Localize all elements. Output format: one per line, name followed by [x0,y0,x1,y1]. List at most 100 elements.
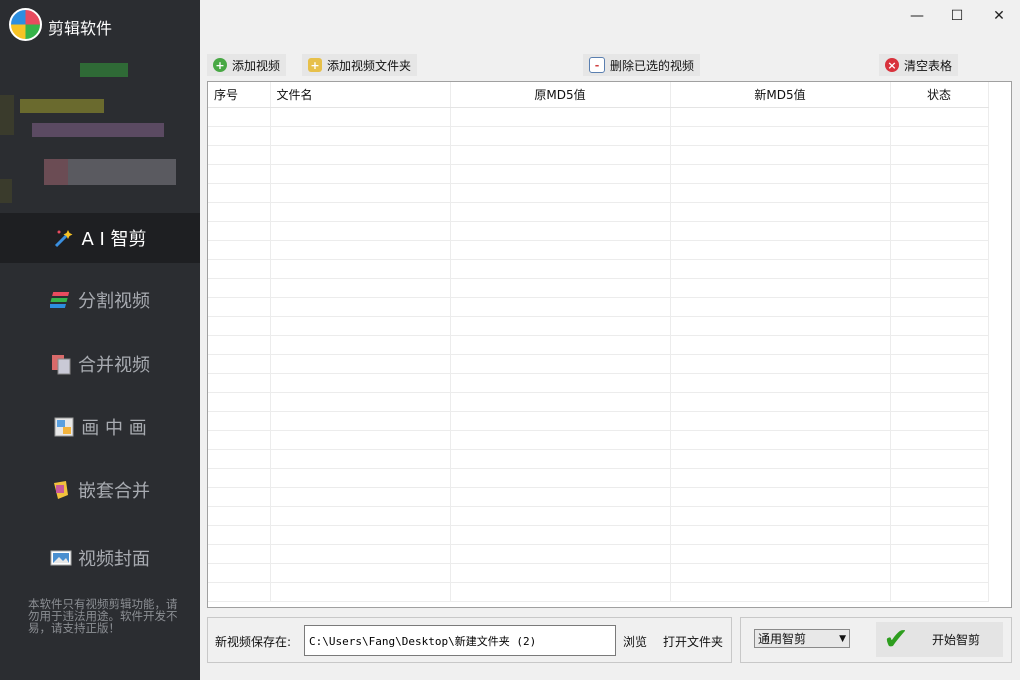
table-cell [670,221,891,241]
table-row[interactable] [208,240,989,260]
table-cell [208,487,271,507]
table-row[interactable] [208,316,989,336]
mode-select[interactable]: 通用智剪 ▼ [754,629,850,648]
sidebar-item-split-video[interactable]: 分割视频 [0,275,200,325]
app-logo-icon [9,8,42,41]
column-header-index[interactable]: 序号 [208,82,271,108]
column-header-status[interactable]: 状态 [890,82,989,108]
table-cell [670,316,891,336]
table-row[interactable] [208,297,989,317]
table-row[interactable] [208,563,989,583]
table-cell [890,183,989,203]
sidebar: 剪辑软件 A I 智剪 分割视频 合并视频 画 中 画 嵌套合并 视频封面 本软… [0,0,200,680]
sidebar-item-merge-video[interactable]: 合并视频 [0,339,200,389]
minimize-button[interactable]: — [902,6,932,26]
table-cell [890,582,989,602]
table-row[interactable] [208,278,989,298]
table-cell [208,183,271,203]
table-cell [208,126,271,146]
table-cell [208,240,271,260]
table-cell [270,278,451,298]
open-folder-button[interactable]: 打开文件夹 [663,633,723,650]
column-header-filename[interactable]: 文件名 [270,82,451,108]
table-row[interactable] [208,430,989,450]
browse-button[interactable]: 浏览 [623,633,647,650]
sidebar-item-ai-edit[interactable]: A I 智剪 [0,213,200,263]
table-cell [890,145,989,165]
table-cell [208,297,271,317]
table-cell [450,335,671,355]
table-cell [270,373,451,393]
table-row[interactable] [208,449,989,469]
delete-selected-button[interactable]: - 删除已选的视频 [583,54,701,76]
table-row[interactable] [208,487,989,507]
table-cell [208,278,271,298]
clear-icon: × [885,58,899,72]
table-row[interactable] [208,259,989,279]
clear-table-button[interactable]: × 清空表格 [879,54,959,76]
table-cell [670,145,891,165]
table-row[interactable] [208,506,989,526]
table-cell [450,525,671,545]
table-row[interactable] [208,544,989,564]
add-folder-button[interactable]: + 添加视频文件夹 [302,54,418,76]
sidebar-item-nest-merge[interactable]: 嵌套合并 [0,465,200,515]
table-cell [890,202,989,222]
close-button[interactable]: ✕ [984,6,1014,26]
table-cell [890,107,989,127]
table-row[interactable] [208,392,989,412]
sidebar-item-picture-in-picture[interactable]: 画 中 画 [0,402,200,452]
table-row[interactable] [208,183,989,203]
table-row[interactable] [208,145,989,165]
table-row[interactable] [208,468,989,488]
sidebar-item-label: 合并视频 [78,355,150,376]
table-cell [270,506,451,526]
table-cell [208,354,271,374]
table-cell [450,354,671,374]
table-row[interactable] [208,126,989,146]
table-row[interactable] [208,164,989,184]
table-cell [890,278,989,298]
table-cell [890,240,989,260]
start-button[interactable]: ✔ 开始智剪 [876,622,1003,657]
table-cell [208,506,271,526]
table-cell [450,392,671,412]
table-cell [208,411,271,431]
sidebar-item-video-cover[interactable]: 视频封面 [0,533,200,583]
video-table[interactable]: 序号 文件名 原MD5值 新MD5值 状态 [207,81,1012,608]
table-cell [450,145,671,165]
table-row[interactable] [208,354,989,374]
table-cell [890,506,989,526]
sidebar-item-label: 嵌套合并 [78,481,150,502]
add-video-button[interactable]: + 添加视频 [207,54,287,76]
save-path-input[interactable] [304,625,616,656]
magic-wand-icon [53,227,75,249]
table-row[interactable] [208,373,989,393]
table-cell [208,145,271,165]
table-row[interactable] [208,582,989,602]
table-row[interactable] [208,335,989,355]
table-row[interactable] [208,107,989,127]
table-row[interactable] [208,411,989,431]
folder-add-icon: + [308,58,322,72]
table-cell [890,126,989,146]
table-cell [890,373,989,393]
table-cell [670,487,891,507]
table-row[interactable] [208,221,989,241]
column-header-new-md5[interactable]: 新MD5值 [670,82,891,108]
table-cell [450,411,671,431]
table-cell [450,183,671,203]
table-row[interactable] [208,202,989,222]
table-cell [890,563,989,583]
table-cell [208,373,271,393]
maximize-button[interactable]: ☐ [942,6,972,26]
table-cell [670,563,891,583]
table-row[interactable] [208,525,989,545]
table-cell [670,506,891,526]
split-layers-icon [50,289,72,311]
column-header-original-md5[interactable]: 原MD5值 [450,82,671,108]
table-cell [450,430,671,450]
table-cell [670,183,891,203]
table-cell [890,164,989,184]
table-cell [208,544,271,564]
